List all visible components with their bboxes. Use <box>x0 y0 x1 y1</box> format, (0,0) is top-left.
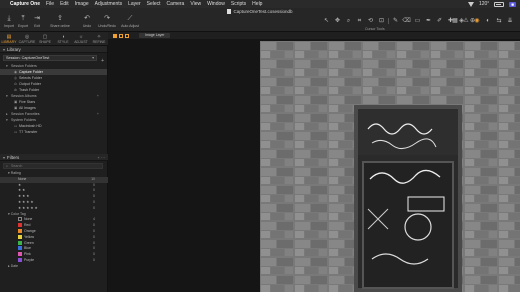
document-title: CaptureOneTest.cosessiondb <box>0 9 520 15</box>
menu-app-name[interactable]: Capture One <box>10 1 40 7</box>
color-swatch <box>18 234 22 239</box>
collapse-icon: ▾ <box>3 154 6 160</box>
menu-camera[interactable]: Camera <box>167 1 185 7</box>
viewer-bar: Image Layer <box>108 32 520 39</box>
menu-bar: Capture One File Edit Image Adjustments … <box>0 0 520 8</box>
tab-style[interactable]: ◑ STYLE <box>54 32 72 45</box>
undo-button[interactable]: ↶ Undo <box>78 15 96 28</box>
proof-icon[interactable]: ◉ <box>473 17 481 25</box>
zoom-tool-icon[interactable]: ⌕ <box>344 17 353 25</box>
multi-view-icon[interactable] <box>119 33 123 38</box>
library-panel-header[interactable]: ▾ Library <box>0 46 107 53</box>
menu-adjustments[interactable]: Adjustments <box>95 1 123 7</box>
undo-icon: ↶ <box>84 15 90 22</box>
crop-tool-icon[interactable]: ⌗ <box>355 17 364 25</box>
menu-layer[interactable]: Layer <box>128 1 141 7</box>
tree-item-t7-transfer[interactable]: ▭ T7 Transfer <box>0 129 107 135</box>
battery-icon[interactable] <box>494 1 505 7</box>
left-sidebar: ▾ Library Session: CaptureOneTest ▾ + ▾ Ses… <box>0 46 108 292</box>
eraser-tool-icon[interactable]: ⌫ <box>402 17 411 25</box>
filters-panel: ▾Filters+ ⋯ Search ▾ Rating None10 ★0 ★ … <box>0 154 108 270</box>
tool-tabs: ▤ LIBRARY ◎ CAPTURE ▢ SHAPE ◑ STYLE ☼ ADJUST … <box>0 32 108 46</box>
export-icon: ⤒ <box>21 15 25 22</box>
cursor-tools-label: Cursor Tools <box>365 27 385 31</box>
annotate-tool-icon[interactable]: ✐ <box>435 17 444 25</box>
compare-icon[interactable]: ◐ <box>484 17 492 25</box>
session-selector[interactable]: Session: CaptureOneTest ▾ <box>3 55 97 61</box>
gradient-tool-icon[interactable]: ▭ <box>413 17 422 25</box>
filter-actions-icon[interactable]: + ⋯ <box>98 155 105 160</box>
color-swatch <box>18 217 22 222</box>
menu-help[interactable]: Help <box>252 1 262 7</box>
color-swatch <box>18 223 22 228</box>
apply-adjustments-icon[interactable]: ⇊ <box>506 17 514 25</box>
document-icon <box>227 9 232 15</box>
tab-capture[interactable]: ◎ CAPTURE <box>18 32 36 45</box>
color-swatch <box>18 229 22 234</box>
exposure-warning-icon[interactable]: ⚠ <box>462 17 470 25</box>
photo-preview[interactable] <box>260 41 520 292</box>
pointer-tool-icon[interactable]: ↖ <box>322 17 331 25</box>
library-tree: ▾ Session Folders ◉ Capture Folder ◎ Select… <box>0 63 107 135</box>
menu-view[interactable]: View <box>190 1 201 7</box>
menu-image[interactable]: Image <box>75 1 89 7</box>
layer-selector[interactable]: Image Layer <box>139 33 171 38</box>
battery-text: 120° <box>478 1 490 7</box>
exit-button[interactable]: ⇥ Exit <box>28 15 46 28</box>
search-input[interactable]: Search <box>3 163 103 169</box>
tab-shape[interactable]: ▢ SHAPE <box>36 32 54 45</box>
door <box>354 105 462 292</box>
drive-icon: ▭ <box>14 130 18 134</box>
color-swatch <box>18 246 22 251</box>
divider <box>388 18 389 24</box>
user-badge-icon[interactable]: ■ <box>509 1 516 7</box>
menu-window[interactable]: Window <box>207 1 225 7</box>
keystone-tool-icon[interactable]: ⊡ <box>377 17 386 25</box>
brush-tool-icon[interactable]: ✎ <box>391 17 400 25</box>
redo-icon: ↷ <box>104 15 110 22</box>
wifi-icon[interactable] <box>467 1 474 7</box>
view-tools: ▦ ⚠ ◉ ◐ ⇆ ⇊ <box>451 17 514 25</box>
exit-icon: ⇥ <box>34 15 40 22</box>
filters-panel-header[interactable]: ▾ Filters + ⋯ <box>0 154 108 161</box>
single-view-icon[interactable] <box>113 33 117 38</box>
image-viewer[interactable] <box>108 39 520 292</box>
menu-scripts[interactable]: Scripts <box>231 1 246 7</box>
color-swatch <box>18 252 22 257</box>
picker-tool-icon[interactable]: ✒ <box>424 17 433 25</box>
chevron-down-icon: ▾ <box>92 56 94 60</box>
graffiti <box>367 123 445 265</box>
auto-adjust-button[interactable]: ⟋ Auto Adjust <box>118 15 142 28</box>
grid-icon[interactable]: ▦ <box>451 17 459 25</box>
pan-tool-icon[interactable]: ✥ <box>333 17 342 25</box>
auto-adjust-icon: ⟋ <box>127 15 133 22</box>
menu-select[interactable]: Select <box>147 1 161 7</box>
share-icon: ⇪ <box>57 15 63 22</box>
color-swatch <box>18 258 22 263</box>
collapse-icon: ▾ <box>3 46 6 52</box>
tab-adjust[interactable]: ☼ ADJUST <box>72 32 90 45</box>
rotate-tool-icon[interactable]: ⟲ <box>366 17 375 25</box>
copy-adjustments-icon[interactable]: ⇆ <box>495 17 503 25</box>
main-toolbar: CaptureOneTest.cosessiondb ⤓ Import ⤒ Expo… <box>0 8 520 32</box>
layer-toggle-icon[interactable] <box>125 33 129 38</box>
tab-refine[interactable]: ✧ REFINE <box>90 32 108 45</box>
import-icon: ⤓ <box>7 15 11 22</box>
tab-library[interactable]: ▤ LIBRARY <box>0 32 18 45</box>
filter-group-date[interactable]: ▸ Date <box>0 264 108 270</box>
share-online-button[interactable]: ⇪ Share online <box>48 15 72 28</box>
undo-redo-button[interactable]: ↷ Undo/Redo <box>96 15 118 28</box>
color-swatch <box>18 240 22 245</box>
menu-edit[interactable]: Edit <box>60 1 69 7</box>
menu-file[interactable]: File <box>46 1 54 7</box>
